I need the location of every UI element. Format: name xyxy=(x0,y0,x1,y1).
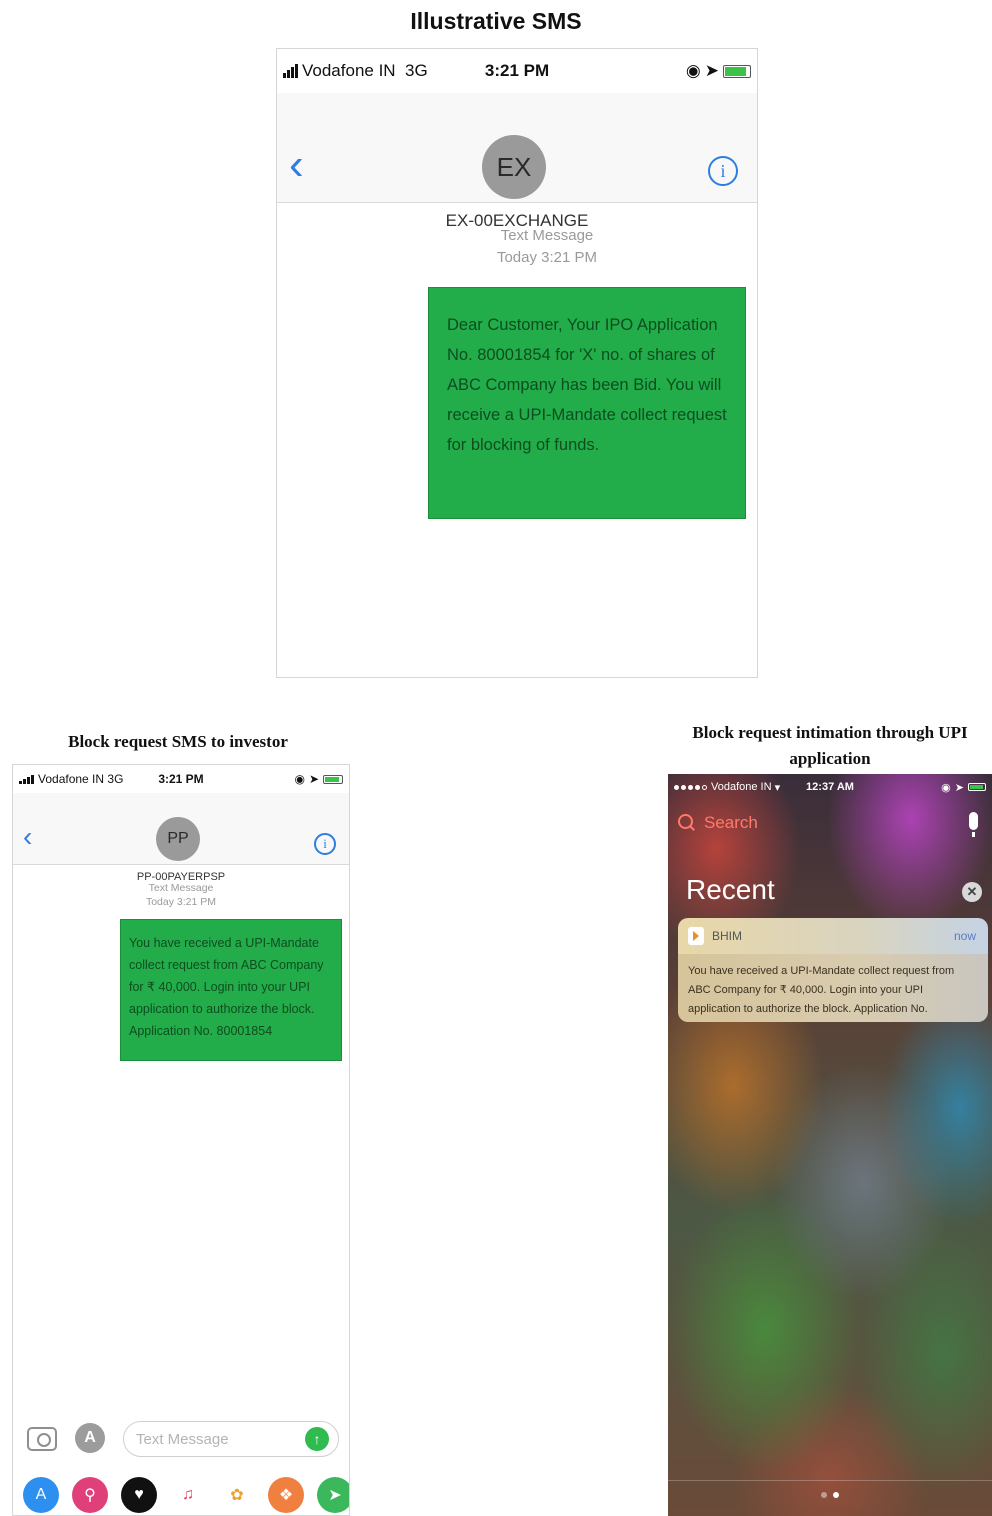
message-timestamp: Today 3:21 PM xyxy=(145,896,217,908)
page-dot xyxy=(821,1492,827,1498)
status-icons: ◉ ➤ xyxy=(686,61,751,81)
location-arrow-icon: ➤ xyxy=(954,781,964,794)
divider xyxy=(668,1480,992,1481)
microphone-icon[interactable] xyxy=(969,812,978,837)
caption-block-request-sms: Block request SMS to investor xyxy=(68,732,288,751)
status-bar: Vodafone IN ▾ 12:37 AM ◉ ➤ xyxy=(668,774,992,800)
page-indicator[interactable] xyxy=(668,1492,992,1498)
message-meta: Text Message Today 3:21 PM xyxy=(13,881,349,909)
phone-upi-notification: Vodafone IN ▾ 12:37 AM ◉ ➤ Search Recent… xyxy=(668,774,992,1516)
maps-icon[interactable]: ➤ xyxy=(317,1477,349,1513)
message-bubble[interactable]: Dear Customer, Your IPO Application No. … xyxy=(428,287,746,519)
status-bar: Vodafone IN 3G 3:21 PM ◉ ➤ xyxy=(13,765,349,793)
message-bubble[interactable]: You have received a UPI-Mandate collect … xyxy=(120,919,342,1061)
back-chevron-icon[interactable]: ‹ xyxy=(23,823,32,851)
phone-block-request-sms: Vodafone IN 3G 3:21 PM ◉ ➤ ‹ PP i PP-00P… xyxy=(12,764,350,1516)
search-images-icon[interactable]: ⚲ xyxy=(72,1477,108,1513)
camera-icon[interactable] xyxy=(27,1427,57,1451)
info-icon[interactable]: i xyxy=(708,156,738,186)
pinwheel-icon[interactable]: ✿ xyxy=(219,1477,255,1513)
bhim-app-icon xyxy=(688,927,704,945)
recent-heading: Recent xyxy=(686,874,775,905)
search-placeholder[interactable]: Search xyxy=(704,813,758,833)
avatar[interactable]: PP xyxy=(156,817,200,861)
alarm-icon: ◉ xyxy=(294,772,305,786)
imessage-app-tray: A ⚲ ♥ ♫ ✿ ❖ ➤ xyxy=(13,1473,349,1515)
back-chevron-icon[interactable]: ‹ xyxy=(289,143,304,187)
status-bar: Vodafone IN 3G 3:21 PM ◉ ➤ xyxy=(277,49,757,93)
notification-app-name: BHIM xyxy=(712,929,742,943)
phone-illustrative-sms: Vodafone IN 3G 3:21 PM ◉ ➤ ‹ EX i EX-00E… xyxy=(276,48,758,678)
message-meta: Text Message Today 3:21 PM xyxy=(337,225,757,269)
alarm-icon: ◉ xyxy=(685,61,701,80)
spotlight-search-bar[interactable]: Search xyxy=(678,808,982,838)
battery-icon xyxy=(723,64,751,78)
safari-icon[interactable]: ❖ xyxy=(268,1477,304,1513)
battery-icon xyxy=(968,783,986,791)
message-timestamp: Today 3:21 PM xyxy=(496,249,598,266)
heart-icon[interactable]: ♥ xyxy=(121,1477,157,1513)
message-type-label: Text Message xyxy=(500,227,594,244)
location-arrow-icon: ➤ xyxy=(308,772,319,786)
avatar[interactable]: EX xyxy=(482,135,546,199)
bhim-notification[interactable]: BHIM now You have received a UPI-Mandate… xyxy=(678,918,988,1022)
caption-block-request-upi: Block request intimation through UPI app… xyxy=(692,723,968,768)
status-icons: ◉ ➤ xyxy=(941,781,986,794)
conversation-header: ‹ EX i EX-00EXCHANGE xyxy=(277,93,757,230)
alarm-icon: ◉ xyxy=(941,781,951,794)
location-arrow-icon: ➤ xyxy=(704,61,719,80)
app-store-icon[interactable]: A xyxy=(23,1477,59,1513)
status-icons: ◉ ➤ xyxy=(294,772,343,786)
send-arrow-icon[interactable]: ↑ xyxy=(305,1427,329,1451)
notification-header: BHIM now xyxy=(678,918,988,954)
message-type-label: Text Message xyxy=(148,882,214,894)
music-icon[interactable]: ♫ xyxy=(170,1477,206,1513)
page-dot-active xyxy=(833,1492,839,1498)
caption-illustrative-sms: Illustrative SMS xyxy=(410,8,582,34)
app-store-icon[interactable]: A xyxy=(75,1423,105,1453)
conversation-header: ‹ PP i PP-00PAYERPSP xyxy=(13,793,349,883)
notification-body: You have received a UPI-Mandate collect … xyxy=(678,954,988,1022)
clear-close-icon[interactable]: ✕ xyxy=(962,882,982,902)
info-icon[interactable]: i xyxy=(314,833,336,855)
battery-icon xyxy=(323,774,343,784)
message-composer: A Text Message ↑ xyxy=(13,1419,349,1465)
notification-time: now xyxy=(953,929,976,943)
search-icon xyxy=(678,814,696,832)
